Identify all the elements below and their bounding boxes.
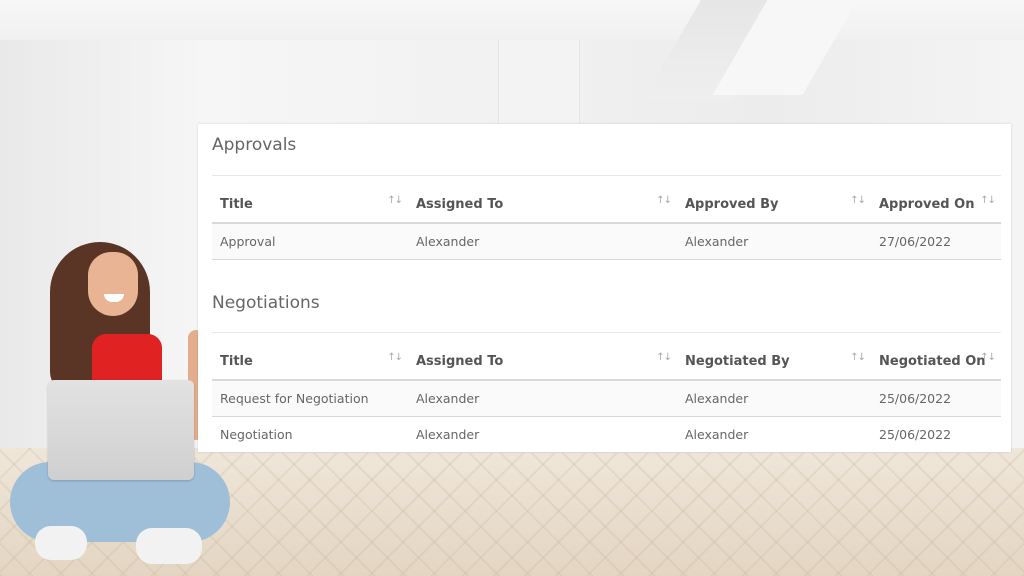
column-header-title[interactable]: Title ↑↓ — [212, 176, 408, 222]
column-label: Negotiated By — [685, 353, 790, 369]
cell-negotiated-on: 25/06/2022 — [879, 391, 952, 406]
shoe-right — [136, 528, 202, 564]
sort-icon[interactable]: ↑↓ — [656, 352, 672, 363]
column-label: Title — [220, 353, 253, 369]
cell-assigned-to: Alexander — [416, 427, 480, 442]
column-label: Assigned To — [416, 196, 504, 212]
approvals-table: Title ↑↓ Assigned To ↑↓ Approved By ↑↓ A… — [212, 176, 1001, 260]
cell-assigned-to: Alexander — [416, 234, 480, 249]
cell-negotiated-by: Alexander — [685, 391, 749, 406]
column-label: Assigned To — [416, 353, 504, 369]
approvals-title: Approvals — [212, 135, 297, 155]
cell-approved-by: Alexander — [685, 234, 749, 249]
red-top — [92, 334, 162, 384]
column-header-assigned-to[interactable]: Assigned To ↑↓ — [408, 176, 677, 222]
column-header-approved-on[interactable]: Approved On ↑↓ — [871, 176, 1001, 222]
face — [88, 252, 138, 316]
pillar — [498, 40, 580, 130]
sort-icon[interactable]: ↑↓ — [850, 195, 866, 206]
cell-title: Approval — [220, 234, 276, 249]
sort-icon[interactable]: ↑↓ — [387, 195, 403, 206]
negotiations-title: Negotiations — [212, 293, 320, 313]
table-row[interactable]: Approval Alexander Alexander 27/06/2022 — [212, 224, 1001, 260]
table-row[interactable]: Request for Negotiation Alexander Alexan… — [212, 381, 1001, 417]
cell-approved-on: 27/06/2022 — [879, 234, 952, 249]
sort-icon[interactable]: ↑↓ — [656, 195, 672, 206]
column-label: Title — [220, 196, 253, 212]
sort-icon[interactable]: ↑↓ — [980, 195, 996, 206]
column-header-negotiated-on[interactable]: Negotiated On ↑↓ — [871, 333, 1001, 379]
cell-assigned-to: Alexander — [416, 391, 480, 406]
column-label: Approved By — [685, 196, 779, 212]
shoe-left — [35, 526, 87, 560]
table-header-row: Title ↑↓ Assigned To ↑↓ Negotiated By ↑↓… — [212, 333, 1001, 381]
negotiations-table: Title ↑↓ Assigned To ↑↓ Negotiated By ↑↓… — [212, 333, 1001, 453]
table-header-row: Title ↑↓ Assigned To ↑↓ Approved By ↑↓ A… — [212, 176, 1001, 224]
column-label: Approved On — [879, 196, 975, 212]
column-label: Negotiated On — [879, 353, 986, 369]
sort-icon[interactable]: ↑↓ — [980, 352, 996, 363]
sort-icon[interactable]: ↑↓ — [387, 352, 403, 363]
cell-title: Negotiation — [220, 427, 293, 442]
column-header-negotiated-by[interactable]: Negotiated By ↑↓ — [677, 333, 871, 379]
approvals-negotiations-card: Approvals Title ↑↓ Assigned To ↑↓ Approv… — [198, 124, 1011, 453]
column-header-assigned-to[interactable]: Assigned To ↑↓ — [408, 333, 677, 379]
laptop — [48, 380, 194, 480]
cell-title: Request for Negotiation — [220, 391, 369, 406]
cell-negotiated-by: Alexander — [685, 427, 749, 442]
table-row[interactable]: Negotiation Alexander Alexander 25/06/20… — [212, 417, 1001, 453]
column-header-approved-by[interactable]: Approved By ↑↓ — [677, 176, 871, 222]
cell-negotiated-on: 25/06/2022 — [879, 427, 952, 442]
column-header-title[interactable]: Title ↑↓ — [212, 333, 408, 379]
sort-icon[interactable]: ↑↓ — [850, 352, 866, 363]
